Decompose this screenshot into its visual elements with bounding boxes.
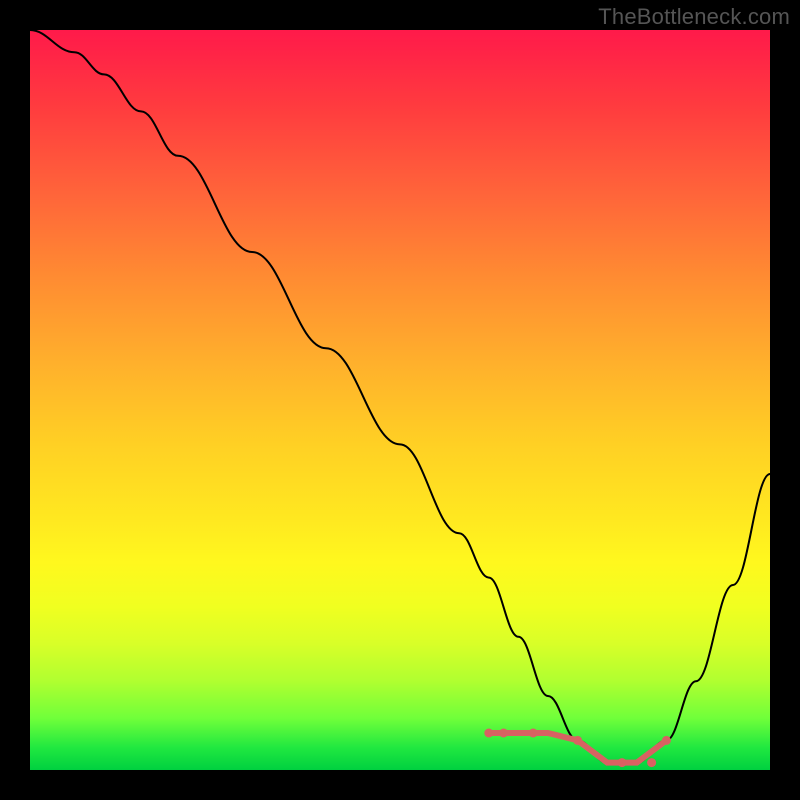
optimal-range-dot (529, 729, 538, 738)
watermark-text: TheBottleneck.com (598, 4, 790, 30)
optimal-range-dot (499, 729, 508, 738)
optimal-range-dot (484, 729, 493, 738)
chart-plot-area (30, 30, 770, 770)
optimal-range-dot (573, 736, 582, 745)
chart-svg (30, 30, 770, 770)
bottleneck-curve-line (30, 30, 770, 763)
optimal-range-dot (647, 758, 656, 767)
optimal-range-dot (662, 736, 671, 745)
optimal-range-dot (618, 758, 627, 767)
